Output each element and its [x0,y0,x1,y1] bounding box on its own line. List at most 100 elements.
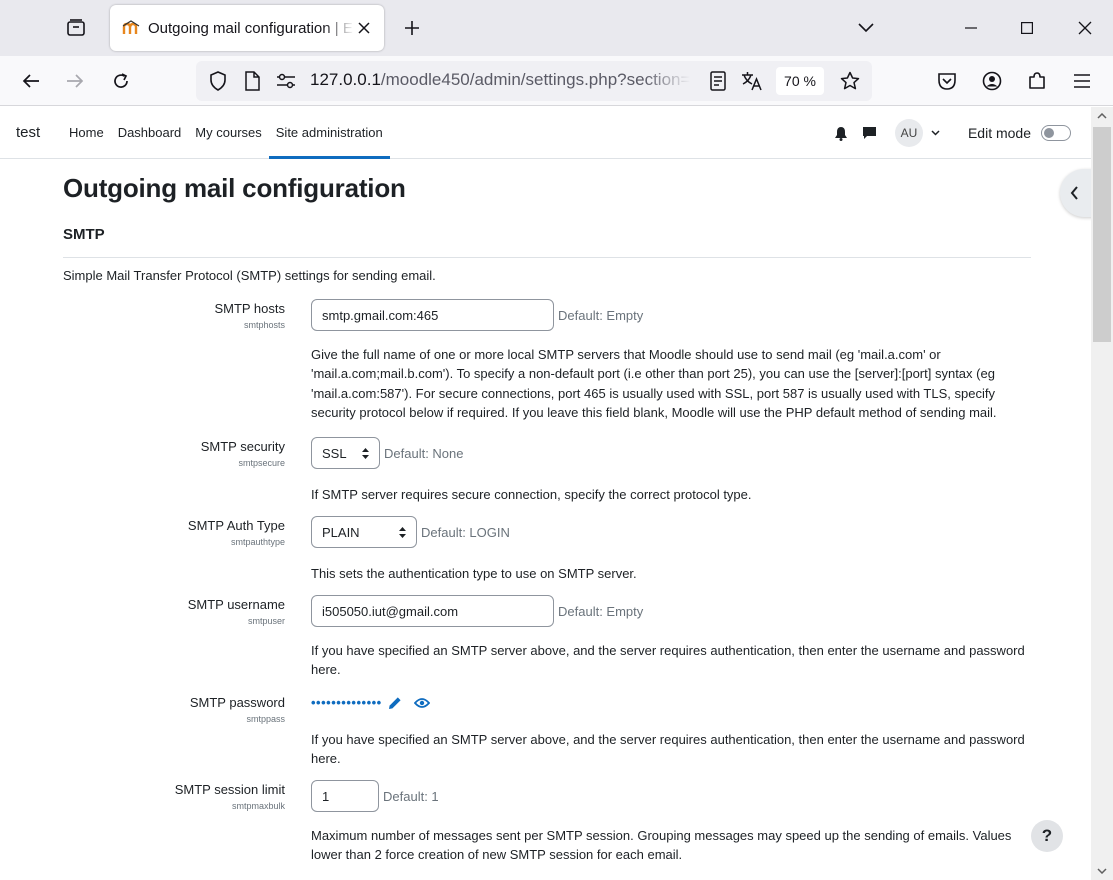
chevron-down-icon [1097,868,1107,874]
setting-label: SMTP username [187,597,285,612]
smtp-auth-type-select[interactable]: PLAIN [311,516,417,548]
pencil-icon [388,696,401,709]
browser-titlebar: Outgoing mail configuration | E [0,0,1113,56]
help-button[interactable]: ? [1031,820,1063,852]
page-title: Outgoing mail configuration [63,173,406,203]
select-arrows-icon [399,526,406,538]
maximize-button[interactable] [999,0,1055,56]
section-description: Simple Mail Transfer Protocol (SMTP) set… [63,268,436,283]
new-tab-button[interactable] [398,14,426,42]
close-tab-button[interactable] [354,18,374,38]
account-icon [982,71,1002,91]
plus-icon [405,21,419,35]
permissions-icon [277,73,295,89]
maximize-icon [1021,22,1033,34]
list-all-tabs-button[interactable] [852,14,880,42]
nav-dashboard[interactable]: Dashboard [111,107,189,159]
chevron-down-icon [858,23,874,33]
nav-my-courses[interactable]: My courses [188,107,268,159]
user-menu-toggle[interactable] [931,130,940,136]
moodle-navbar: test Home Dashboard My courses Site admi… [0,107,1091,159]
default-note: Default: LOGIN [421,524,510,540]
back-button[interactable] [14,64,48,98]
minimize-button[interactable] [943,0,999,56]
edit-mode-toggle[interactable] [1041,125,1071,141]
site-info-button[interactable] [240,69,264,93]
setting-label: SMTP Auth Type [187,518,285,533]
primary-navigation: Home Dashboard My courses Site administr… [62,107,390,159]
scroll-down-button[interactable] [1096,866,1108,876]
smtp-username-input[interactable]: i505050.iut@gmail.com [311,595,554,627]
edit-password-button[interactable] [388,696,402,710]
selected-value: PLAIN [322,524,360,540]
scrollbar-thumb[interactable] [1093,127,1111,342]
user-navigation: AU Edit mode [834,107,1071,159]
extensions-icon [1029,72,1045,89]
setting-label: SMTP password [189,695,285,710]
smtp-security-select[interactable]: SSL [311,437,380,469]
default-note: Default: Empty [558,307,644,323]
account-button[interactable] [975,64,1009,98]
setting-label: SMTP hosts [214,301,285,316]
site-name[interactable]: test [16,124,40,141]
notifications-button[interactable] [834,126,848,141]
smtp-hosts-input[interactable]: smtp.gmail.com:465 [311,299,554,331]
extensions-button[interactable] [1020,64,1054,98]
tab-group-icon [67,19,85,36]
setting-key: smtpmaxbulk [231,801,285,811]
setting-label: SMTP security [200,439,285,454]
default-note: Default: None [384,445,464,461]
smtp-session-limit-input[interactable]: 1 [311,780,379,812]
tab-title: Outgoing mail configuration | E [148,19,353,37]
selected-value: SSL [322,445,347,461]
vertical-scrollbar[interactable] [1091,107,1113,880]
messages-button[interactable] [862,126,877,140]
url-text[interactable]: 127.0.0.1/moodle450/admin/settings.php?s… [310,70,690,90]
chat-icon [862,127,876,139]
browser-tab[interactable]: Outgoing mail configuration | E [110,5,384,51]
user-avatar[interactable]: AU [894,119,923,147]
app-menu-button[interactable] [1065,64,1099,98]
reader-view-icon [710,71,726,91]
zoom-level-button[interactable]: 70 % [776,67,824,95]
section-title: SMTP [63,226,105,243]
bookmark-button[interactable] [838,69,862,93]
scroll-up-button[interactable] [1096,111,1108,121]
permissions-button[interactable] [274,69,298,93]
close-icon [358,22,370,34]
setting-description: If you have specified an SMTP server abo… [311,732,1025,767]
translate-button[interactable] [740,69,764,93]
browser-toolbar: 127.0.0.1/moodle450/admin/settings.php?s… [0,56,1113,106]
default-note: Default: 1 [383,788,439,804]
url-host: 127.0.0.1 [310,70,381,89]
pocket-button[interactable] [930,64,964,98]
star-icon [840,71,860,90]
edit-mode-label: Edit mode [967,125,1031,141]
setting-description: If you have specified an SMTP server abo… [311,643,1025,678]
shield-icon [210,71,226,91]
chevron-up-icon [1097,113,1107,119]
setting-description: This sets the authentication type to use… [311,566,637,581]
setting-description: Maximum number of messages sent per SMTP… [311,828,1012,863]
url-bar[interactable]: 127.0.0.1/moodle450/admin/settings.php?s… [196,61,872,101]
nav-home[interactable]: Home [62,107,111,159]
forward-arrow-icon [67,74,84,88]
setting-key: smtpuser [247,616,285,626]
smtp-password-value[interactable]: •••••••••••••• [311,695,382,710]
divider [63,257,1031,258]
setting-key: smtphosts [243,320,285,330]
nav-site-administration[interactable]: Site administration [268,107,390,159]
reveal-password-button[interactable] [413,697,430,709]
tracking-protection-button[interactable] [206,69,230,93]
setting-key: smtpauthtype [230,537,285,547]
reader-view-button[interactable] [706,69,730,93]
reload-button[interactable] [104,64,138,98]
open-block-drawer-button[interactable] [1060,169,1091,217]
tab-group-button[interactable] [60,12,92,44]
forward-button[interactable] [58,64,92,98]
bell-icon [834,126,847,141]
url-path: /moodle450/admin/settings.php?section= [380,70,690,89]
setting-key: smtpsecure [238,458,285,468]
window-close-button[interactable] [1057,0,1113,56]
select-arrows-icon [362,447,369,459]
